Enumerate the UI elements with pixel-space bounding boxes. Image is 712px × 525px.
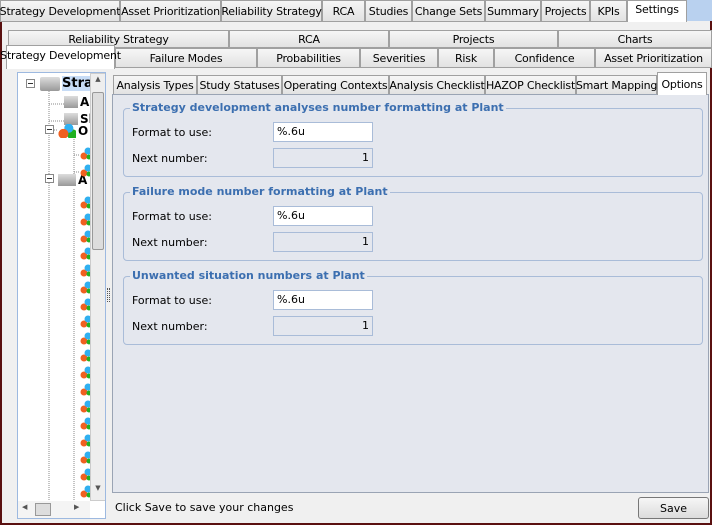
tree-node[interactable]: O	[58, 122, 88, 139]
tab-change-sets[interactable]: Change Sets	[412, 0, 485, 22]
tree-horizontal-scrollbar[interactable]: ◀ ▶	[18, 501, 90, 518]
tree-node-label: A	[80, 94, 90, 109]
tree-node-label: O	[78, 123, 89, 138]
tab-projects-settings[interactable]: Projects	[389, 30, 558, 48]
next-number-label: Next number:	[132, 152, 208, 165]
tab-studies[interactable]: Studies	[365, 0, 412, 22]
scroll-up-icon[interactable]: ▲	[92, 75, 104, 89]
format-label: Format to use:	[132, 126, 212, 139]
tab-failure-modes[interactable]: Failure Modes	[115, 48, 257, 68]
analysis-next-number-field: 1	[273, 148, 373, 168]
tab-bar-filler	[687, 0, 712, 21]
building-icon	[58, 173, 76, 186]
options-panel: Strategy development analyses number for…	[112, 94, 709, 493]
tab-projects[interactable]: Projects	[541, 0, 590, 22]
failure-mode-format-input[interactable]: %.6u	[273, 206, 373, 226]
tab-settings[interactable]: Settings	[627, 0, 687, 22]
scroll-right-icon[interactable]: ▶	[74, 503, 79, 511]
building-icon	[64, 95, 78, 108]
unwanted-situation-next-number-field: 1	[273, 316, 373, 336]
tab-rca[interactable]: RCA	[322, 0, 365, 22]
tab-risk[interactable]: Risk	[438, 48, 494, 68]
failure-mode-numbering-group: Failure mode number formatting at Plant …	[123, 185, 703, 261]
tab-strategy-development-settings[interactable]: Strategy Development	[0, 45, 121, 69]
scroll-left-icon[interactable]: ◀	[22, 503, 27, 511]
tab-hazop-checklist[interactable]: HAZOP Checklist	[485, 75, 576, 95]
tab-reliability-strategy[interactable]: Reliability Strategy	[221, 0, 322, 22]
tab-kpis[interactable]: KPIs	[590, 0, 627, 22]
tab-severities[interactable]: Severities	[360, 48, 438, 68]
tab-rca-settings[interactable]: RCA	[229, 30, 389, 48]
save-button[interactable]: Save	[638, 497, 709, 519]
scroll-down-icon[interactable]: ▼	[92, 484, 104, 498]
building-icon	[40, 76, 60, 91]
analysis-format-input[interactable]: %.6u	[273, 122, 373, 142]
group-title: Strategy development analyses number for…	[130, 101, 506, 114]
tab-asset-prioritization-settings[interactable]: Asset Prioritization	[595, 48, 712, 68]
tab-strategy-development[interactable]: Strategy Development	[0, 0, 121, 22]
next-number-label: Next number:	[132, 320, 208, 333]
tree-vertical-scrollbar[interactable]: ▲ ▼	[90, 73, 105, 501]
tab-probabilities[interactable]: Probabilities	[257, 48, 360, 68]
tab-summary[interactable]: Summary	[485, 0, 541, 22]
status-text: Click Save to save your changes	[115, 501, 294, 514]
tab-study-statuses[interactable]: Study Statuses	[197, 75, 282, 95]
tab-charts-settings[interactable]: Charts	[558, 30, 712, 48]
analysis-numbering-group: Strategy development analyses number for…	[123, 101, 703, 177]
operating-context-icon	[58, 123, 76, 138]
tab-analysis-checklist[interactable]: Analysis Checklist	[389, 75, 485, 95]
horizontal-scroll-thumb[interactable]	[35, 503, 51, 516]
tab-asset-prioritization[interactable]: Asset Prioritization	[120, 0, 221, 22]
strategy-tree[interactable]: Stra A Sl O A ▲ ▼ ◀ ▶	[17, 72, 106, 519]
group-title: Failure mode number formatting at Plant	[130, 185, 390, 198]
tab-analysis-types[interactable]: Analysis Types	[113, 75, 197, 95]
unwanted-situation-format-input[interactable]: %.6u	[273, 290, 373, 310]
group-title: Unwanted situation numbers at Plant	[130, 269, 367, 282]
format-label: Format to use:	[132, 210, 212, 223]
splitter-handle[interactable]	[107, 288, 110, 302]
unwanted-situation-numbering-group: Unwanted situation numbers at Plant Form…	[123, 269, 703, 345]
tab-operating-contexts[interactable]: Operating Contexts	[282, 75, 389, 95]
scroll-thumb[interactable]	[92, 92, 104, 250]
next-number-label: Next number:	[132, 236, 208, 249]
tab-options[interactable]: Options	[657, 72, 707, 95]
tree-node[interactable]: A	[64, 93, 89, 110]
tab-confidence[interactable]: Confidence	[494, 48, 595, 68]
tree-node-root[interactable]: Stra	[40, 75, 93, 92]
format-label: Format to use:	[132, 294, 212, 307]
tab-smart-mapping[interactable]: Smart Mapping	[576, 75, 657, 95]
tree-node-label: Stra	[62, 76, 93, 91]
failure-mode-next-number-field: 1	[273, 232, 373, 252]
